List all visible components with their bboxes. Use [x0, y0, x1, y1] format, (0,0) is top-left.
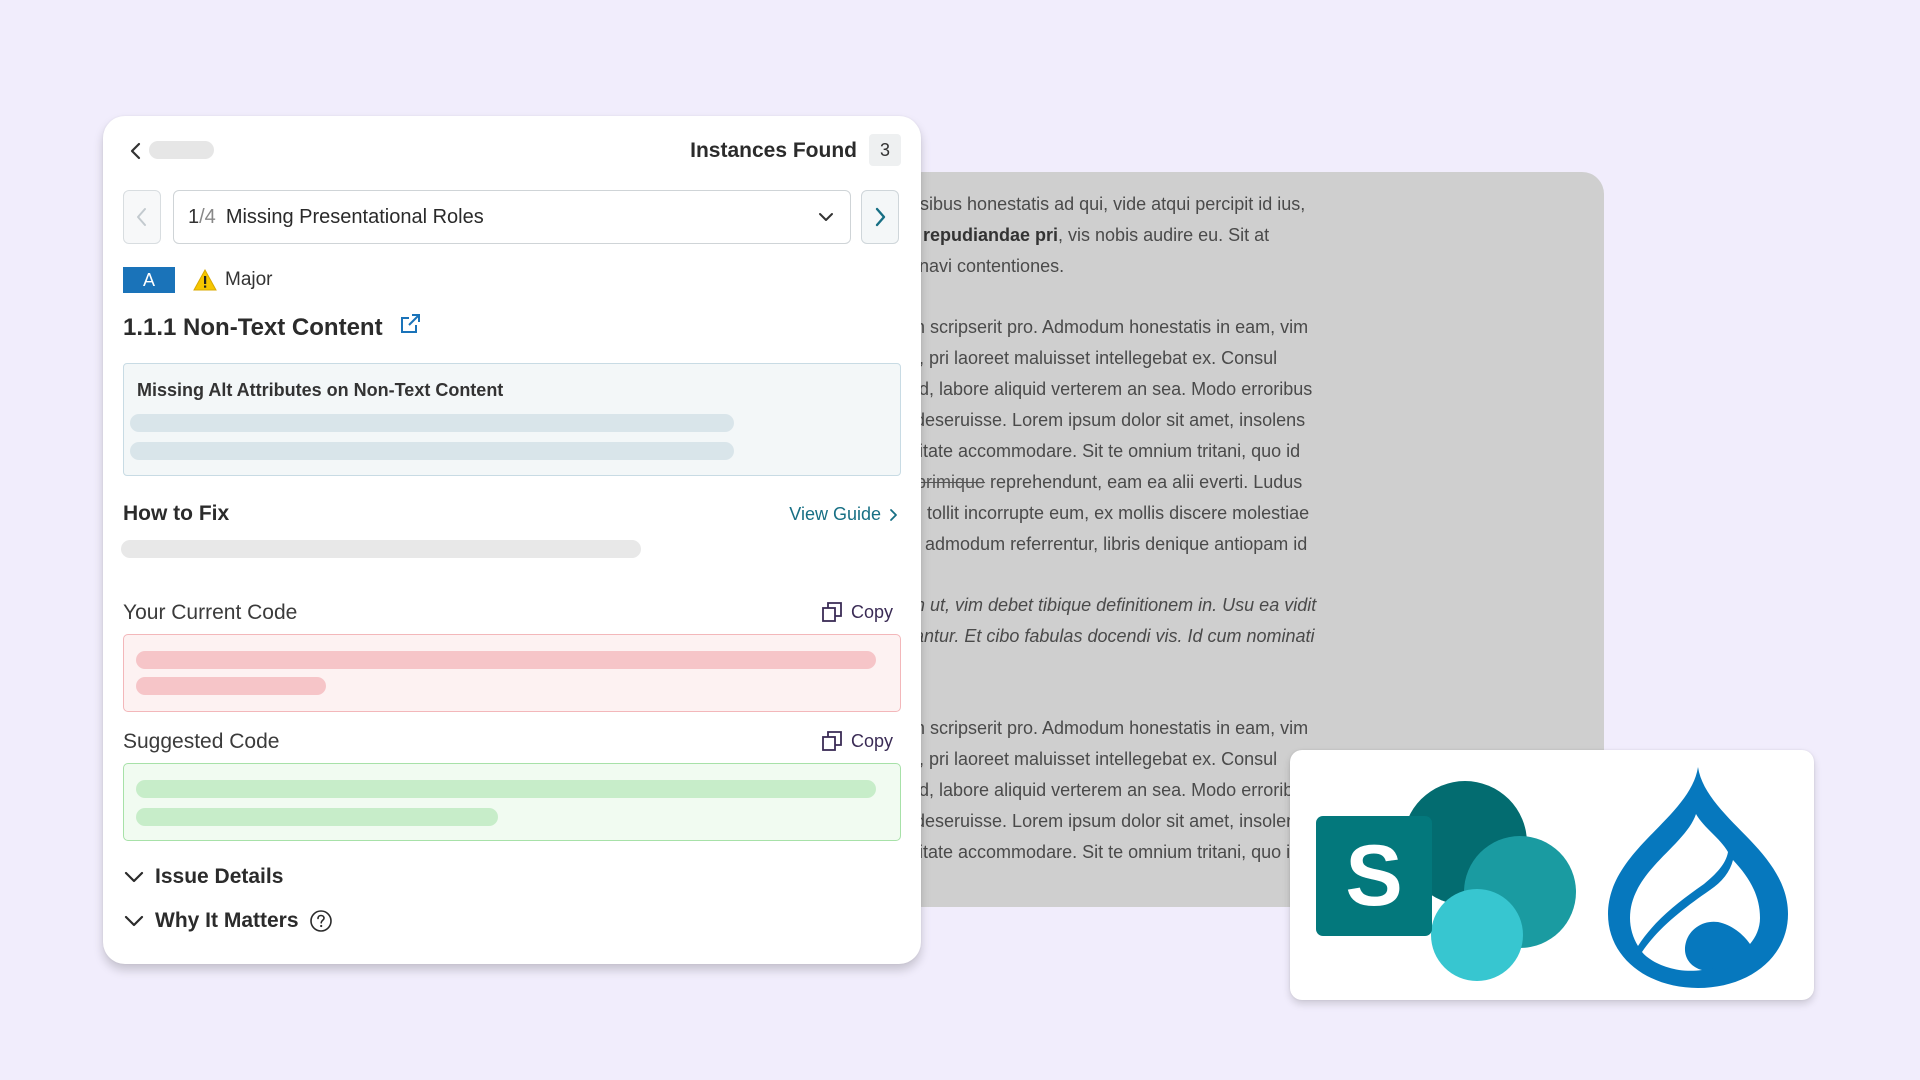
document-line: sed, labore aliquid verterem an sea. Mod… — [900, 780, 1313, 800]
copy-icon — [822, 602, 842, 622]
view-guide-label: View Guide — [789, 504, 881, 524]
severity-indicator: Major — [193, 267, 273, 293]
back-button[interactable] — [123, 138, 149, 164]
description-placeholder-line — [130, 442, 734, 460]
breadcrumb-placeholder — [149, 141, 214, 159]
chevron-right-icon — [890, 508, 897, 521]
external-link-icon — [400, 314, 420, 333]
document-line: Eu tollit incorrupte eum, ex mollis disc… — [900, 503, 1310, 523]
next-issue-button[interactable] — [861, 190, 899, 244]
instances-found-label: Instances Found — [690, 139, 857, 162]
view-guide-link[interactable]: View Guide — [789, 504, 899, 525]
document-line: ris, pri laoreet maluisset intellegebat … — [900, 749, 1278, 769]
chevron-down-icon — [124, 915, 144, 927]
chevron-right-icon — [875, 207, 886, 227]
document-line: minavi contentiones. — [900, 256, 1065, 276]
how-to-fix-heading: How to Fix — [123, 502, 230, 525]
document-paragraph: um scripserit pro. Admodum honestatis in… — [900, 713, 1346, 868]
document-line: n deseruisse. Lorem ipsum dolor sit amet… — [900, 410, 1306, 430]
copy-suggested-code-button[interactable]: Copy — [821, 730, 893, 752]
code-placeholder-line — [136, 808, 498, 826]
document-line: no admodum referrentur, libris denique a… — [900, 534, 1308, 554]
chevron-left-icon — [130, 142, 141, 160]
current-code-label: Your Current Code — [123, 601, 298, 624]
why-it-matters-label: Why It Matters — [155, 909, 299, 932]
chevron-down-icon — [124, 871, 144, 883]
current-code-block — [123, 634, 901, 712]
issue-title: Missing Presentational Roles — [225, 205, 484, 228]
document-line: avitate accommodare. Sit te omnium trita… — [900, 441, 1301, 461]
issue-details-label: Issue Details — [155, 865, 284, 888]
document-line: ris, pri laoreet maluisset intellegebat … — [900, 348, 1278, 368]
code-placeholder-line — [136, 780, 876, 798]
chevron-down-icon — [819, 213, 833, 221]
chevron-left-icon — [137, 208, 146, 226]
document-text: ensibus honestatis ad qui, vide atqui pe… — [900, 189, 1346, 898]
document-paragraph: um scripserit pro. Admodum honestatis in… — [900, 312, 1346, 560]
why-it-matters-accordion[interactable]: Why It Matters — [123, 909, 333, 933]
help-icon — [309, 910, 332, 932]
code-placeholder-line — [136, 677, 326, 695]
document-line: ro repudiandae pri, vis nobis audire eu.… — [900, 225, 1270, 245]
issue-index: 1 — [188, 205, 200, 228]
copy-icon — [822, 731, 842, 751]
document-line: um scripserit pro. Admodum honestatis in… — [900, 718, 1309, 738]
copy-current-code-button[interactable]: Copy — [821, 601, 893, 623]
criterion-title: 1.1.1 Non-Text Content — [123, 313, 383, 341]
document-line: reprimique reprehendunt, eam ea alii eve… — [900, 472, 1303, 492]
sharepoint-letter: S — [1345, 828, 1402, 924]
document-line: um ut, vim debet tibique definitionem in… — [900, 595, 1317, 615]
document-line: ensibus honestatis ad qui, vide atqui pe… — [900, 194, 1306, 214]
issue-panel: Instances Found 3 1 /4 Missing Presentat… — [103, 116, 921, 964]
document-line: sed, labore aliquid verterem an sea. Mod… — [900, 379, 1313, 399]
document-paragraph: ensibus honestatis ad qui, vide atqui pe… — [900, 189, 1346, 282]
previous-issue-button[interactable] — [123, 190, 161, 244]
document-line: piantur. Et cibo fabulas docendi vis. Id… — [900, 626, 1315, 646]
copy-label: Copy — [850, 601, 893, 622]
instances-count-badge: 3 — [869, 134, 901, 166]
drupal-logo — [1608, 767, 1788, 988]
issue-description-box: Missing Alt Attributes on Non-Text Conte… — [123, 363, 901, 476]
criterion-heading: 1.1.1 Non-Text Content — [123, 311, 423, 344]
document-paragraph: um ut, vim debet tibique definitionem in… — [900, 590, 1346, 683]
document-line: um scripserit pro. Admodum honestatis in… — [900, 317, 1309, 337]
warning-icon — [193, 269, 217, 291]
how-to-fix-placeholder-line — [121, 540, 641, 558]
external-link-button[interactable] — [397, 311, 423, 344]
code-placeholder-line — [136, 651, 876, 669]
issue-details-accordion[interactable]: Issue Details — [123, 865, 283, 889]
description-placeholder-line — [130, 414, 734, 432]
copy-label: Copy — [850, 730, 893, 751]
integrations-logo-card: S — [1290, 750, 1814, 1000]
suggested-code-block — [123, 763, 901, 841]
wcag-level-badge: A — [123, 267, 175, 293]
issue-description-title: Missing Alt Attributes on Non-Text Conte… — [137, 380, 504, 400]
severity-label: Major — [225, 269, 273, 290]
document-line: n deseruisse. Lorem ipsum dolor sit amet… — [900, 811, 1306, 831]
document-line: avitate accommodare. Sit te omnium trita… — [900, 842, 1301, 862]
issue-select-dropdown[interactable]: 1 /4 Missing Presentational Roles — [173, 190, 851, 244]
issue-total: /4 — [199, 205, 216, 228]
suggested-code-label: Suggested Code — [123, 730, 280, 753]
